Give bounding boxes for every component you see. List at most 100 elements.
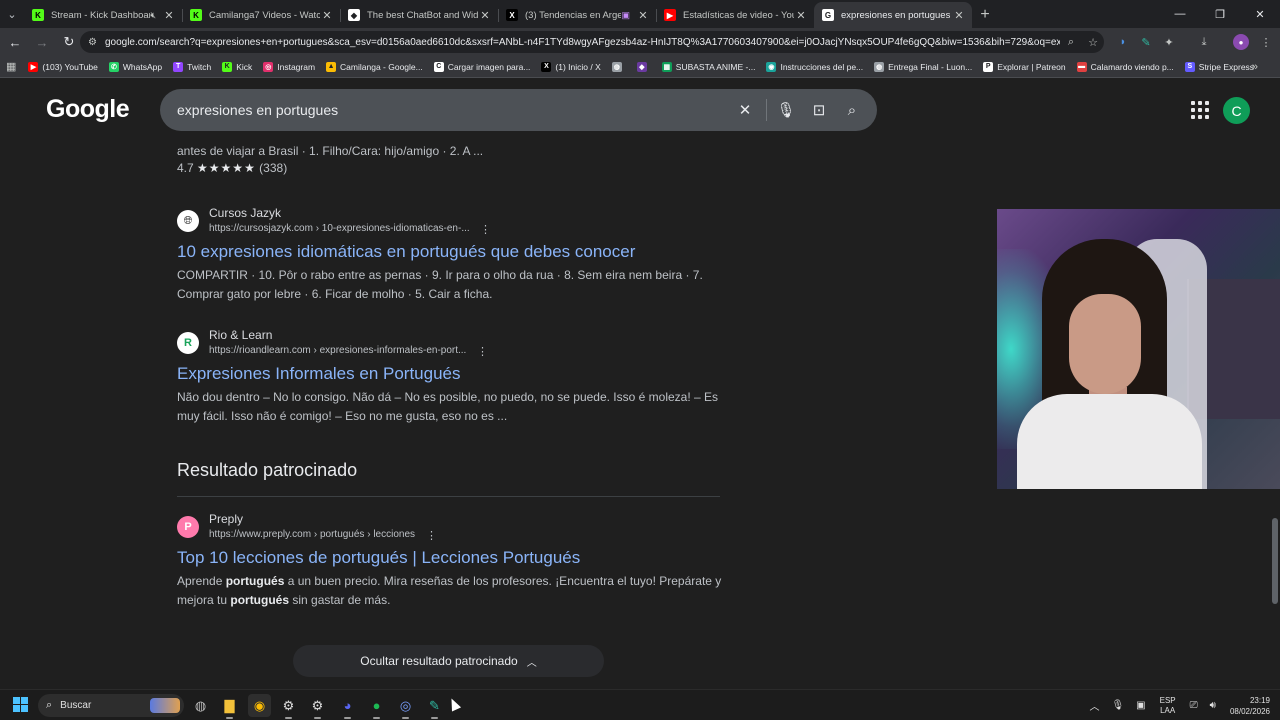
download-icon[interactable]: ⤓	[1193, 31, 1215, 53]
result-site-name[interactable]: Preply	[209, 512, 243, 526]
bookmark-item[interactable]: P Explorar | Patreon	[983, 61, 1066, 72]
result-site-name[interactable]: Cursos Jazyk	[209, 206, 281, 220]
page-scrollbar[interactable]	[1272, 518, 1278, 604]
search-icon[interactable]: ⌕	[842, 100, 862, 120]
result-menu-icon[interactable]: ⋮	[480, 223, 491, 236]
network-icon[interactable]: ⎚	[1190, 700, 1198, 711]
result-title-link[interactable]: 10 expresiones idiomáticas en portugués …	[177, 242, 722, 262]
language-code: ESP	[1159, 695, 1176, 705]
result-url[interactable]: https://cursosjazyk.com › 10-expresiones…	[209, 223, 470, 234]
close-window-icon[interactable]: ✕	[1240, 0, 1280, 28]
windows-start-icon[interactable]	[13, 697, 29, 713]
clock[interactable]: 23:19 08/02/2026	[1230, 695, 1270, 717]
result-site-name[interactable]: Rio & Learn	[209, 328, 272, 342]
chrome-icon[interactable]: ◉	[248, 694, 271, 717]
bookmark-favicon-icon: ▶	[28, 61, 39, 72]
bookmark-star-icon[interactable]: ☆	[1082, 36, 1104, 49]
extensions-puzzle-icon[interactable]: ✦	[1158, 31, 1180, 53]
tab-close-icon[interactable]: ✕	[320, 9, 334, 22]
bookmark-item[interactable]: ◍ Entrega Final - Luon...	[874, 61, 972, 72]
bookmark-item[interactable]: ▬ Calamardo viendo p...	[1076, 61, 1174, 72]
tray-overflow-icon[interactable]: ︿	[1089, 698, 1099, 713]
lens-search-icon[interactable]: ⊡	[809, 100, 829, 120]
search-input[interactable]: expresiones en portugues	[177, 102, 338, 118]
browser-tab[interactable]: K Camilanga7 Videos - Watch On✕	[182, 2, 340, 28]
bookmark-item[interactable]: ◉ Instrucciones del pe...	[766, 61, 863, 72]
result-menu-icon[interactable]: ⋮	[477, 345, 488, 358]
bookmark-item[interactable]: ◍	[611, 61, 626, 72]
browser-tab[interactable]: ▶ Estadísticas de video - YouTube✕	[656, 2, 814, 28]
address-url[interactable]: google.com/search?q=expresiones+en+portu…	[105, 37, 1060, 48]
settings-gear-icon[interactable]: ⚙	[277, 694, 300, 719]
tab-search-icon[interactable]: ⌄	[0, 0, 24, 28]
microphone-icon[interactable]: 🎙︎	[1111, 700, 1124, 711]
windows-taskbar: ⌕ Buscar ◍ ▇ ◉ ⚙ ⚙ ◕ ● ◎ ✎ ︿ 🎙︎ ▣ ESP LA…	[0, 689, 1280, 720]
tab-close-icon[interactable]: ✕	[478, 9, 492, 22]
account-avatar[interactable]: C	[1223, 97, 1250, 124]
apps-grid-icon[interactable]: ▦	[6, 60, 16, 73]
result-header[interactable]: 🌐︎ Cursos Jazyk https://cursosjazyk.com …	[177, 206, 722, 240]
address-bar[interactable]: ⚙ google.com/search?q=expresiones+en+por…	[80, 31, 1104, 53]
back-icon[interactable]: ←	[3, 30, 27, 54]
result-url[interactable]: https://rioandlearn.com › expresiones-in…	[209, 345, 466, 356]
bookmark-item[interactable]: ▶ (103) YouTube	[28, 61, 98, 72]
bookmark-item[interactable]: ✆ WhatsApp	[108, 61, 162, 72]
bookmark-item[interactable]: ▦ SUBASTA ANIME -...	[661, 61, 755, 72]
tab-close-icon[interactable]: ✕	[952, 9, 966, 22]
voice-search-icon[interactable]: 🎙︎	[776, 100, 796, 120]
result-title-link[interactable]: Expresiones Informales en Portugués	[177, 364, 722, 384]
discord-icon[interactable]: ◕	[336, 694, 359, 719]
bookmark-item[interactable]: ◎ Instagram	[263, 61, 315, 72]
capture-app-icon[interactable]: ◎	[394, 694, 417, 719]
tab-muted-icon[interactable]: 🔇︎	[150, 10, 156, 21]
search-box[interactable]: expresiones en portugues ✕ 🎙︎ ⊡ ⌕	[160, 89, 877, 131]
bookmark-item[interactable]: ◆	[636, 61, 651, 72]
minimize-icon[interactable]: —	[1160, 0, 1200, 28]
tab-favicon-icon: ◆	[348, 9, 360, 21]
obs-icon[interactable]: ◍	[189, 694, 212, 717]
hide-sponsored-button[interactable]: Ocultar resultado patrocinado ︿	[293, 645, 604, 677]
forward-icon[interactable]: →	[30, 30, 54, 54]
bookmark-item[interactable]: S Stripe Express	[1184, 61, 1254, 72]
spotify-icon[interactable]: ●	[365, 694, 388, 719]
bookmark-item[interactable]: X (1) Inicio / X	[541, 61, 601, 72]
extension-icon-2[interactable]: ✎	[1135, 31, 1157, 53]
reload-icon[interactable]: ↻	[57, 30, 81, 54]
language-indicator[interactable]: ESP LAA	[1160, 696, 1176, 716]
result-menu-icon[interactable]: ⋮	[426, 529, 437, 542]
volume-icon[interactable]: 🔊︎	[1210, 700, 1216, 711]
tab-close-icon[interactable]: ✕	[636, 9, 650, 22]
browser-tab[interactable]: X (3) Tendencias en Argentina▣ ✕	[498, 2, 656, 28]
browser-menu-icon[interactable]: ⋮	[1255, 31, 1277, 53]
bookmark-item[interactable]: K Kick	[222, 61, 252, 72]
new-tab-button[interactable]: +	[972, 2, 998, 28]
file-explorer-icon[interactable]: ▇	[218, 694, 241, 719]
tab-close-icon[interactable]: ✕	[162, 9, 176, 22]
tab-close-icon[interactable]: ✕	[794, 9, 808, 22]
sponsored-divider	[177, 496, 720, 497]
bookmarks-more-icon[interactable]: »	[1252, 61, 1258, 73]
extension-icon-1[interactable]: ◗	[1112, 31, 1134, 53]
streamer-app-icon[interactable]: ⚙	[306, 694, 329, 719]
result-header[interactable]: P Preply https://www.preply.com › portug…	[177, 512, 722, 546]
result-header[interactable]: R Rio & Learn https://rioandlearn.com › …	[177, 328, 722, 362]
result-title-link[interactable]: Top 10 lecciones de portugués | Leccione…	[177, 548, 722, 568]
zoom-icon[interactable]: ⌕	[1060, 36, 1082, 49]
google-apps-icon[interactable]	[1191, 101, 1209, 119]
browser-tab[interactable]: Gexpresiones en portugues - Bus✕	[814, 2, 972, 28]
taskbar-search[interactable]: ⌕ Buscar	[38, 694, 184, 717]
site-info-icon[interactable]: ⚙	[88, 37, 97, 48]
bookmark-item[interactable]: C Cargar imagen para...	[433, 61, 530, 72]
restore-icon[interactable]: ❐	[1200, 0, 1240, 28]
clear-search-icon[interactable]: ✕	[735, 100, 755, 120]
translator-app-icon[interactable]: ✎	[423, 694, 446, 719]
browser-tab[interactable]: ◆ The best ChatBot and Widgets✕	[340, 2, 498, 28]
bookmark-item[interactable]: ▲ Camilanga - Google...	[326, 61, 423, 72]
google-logo[interactable]: Google	[46, 95, 130, 124]
result-snippet: Não dou dentro – No lo consigo. Não dá –…	[177, 390, 719, 423]
browser-tab[interactable]: K Stream - Kick Dashboard 🔇︎ ✕	[24, 2, 182, 28]
bookmark-item[interactable]: T Twitch	[173, 61, 211, 72]
tray-app-icon[interactable]: ▣	[1136, 700, 1145, 711]
result-url[interactable]: https://www.preply.com › portugués › lec…	[209, 529, 415, 540]
profile-avatar-icon[interactable]: ●	[1233, 34, 1249, 50]
